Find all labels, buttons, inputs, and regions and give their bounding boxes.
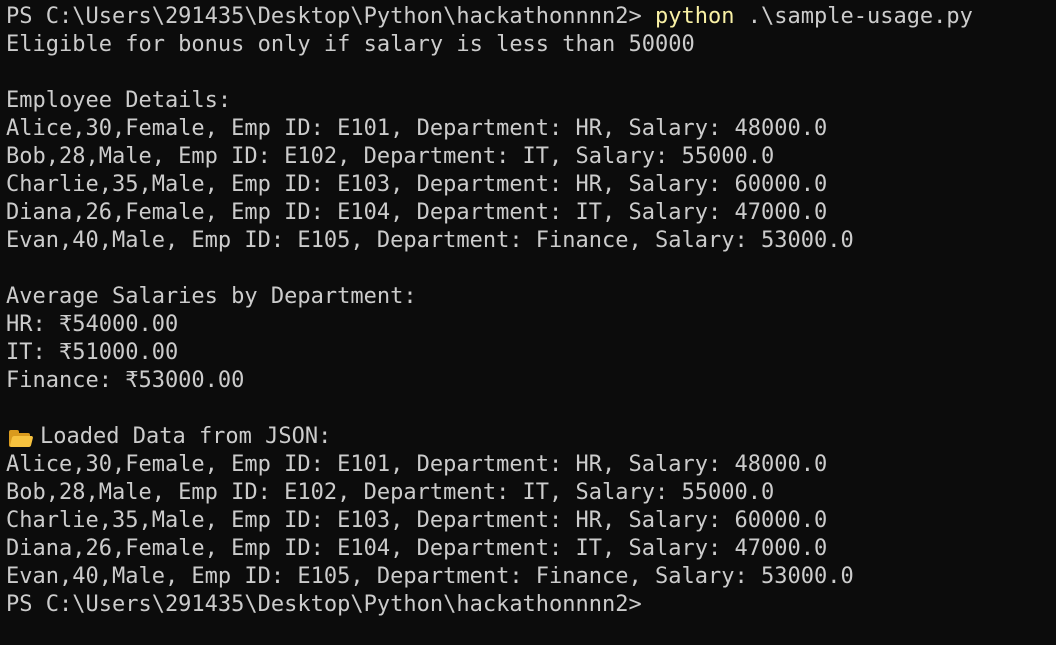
employee-line: Evan,40,Male, Emp ID: E105, Department: … <box>6 228 854 253</box>
command-executable: python <box>655 4 735 29</box>
json-employee-line: Charlie,35,Male, Emp ID: E103, Departmen… <box>6 508 828 533</box>
final-prompt: PS C:\Users\291435\Desktop\Python\hackat… <box>6 592 642 617</box>
average-line: Finance: ₹53000.00 <box>6 368 245 393</box>
prompt: PS C:\Users\291435\Desktop\Python\hackat… <box>6 4 642 29</box>
employee-line: Bob,28,Male, Emp ID: E102, Department: I… <box>6 144 775 169</box>
average-salaries-header: Average Salaries by Department: <box>6 284 417 309</box>
json-employee-line: Diana,26,Female, Emp ID: E104, Departmen… <box>6 536 828 561</box>
final-prompt-line[interactable]: PS C:\Users\291435\Desktop\Python\hackat… <box>6 591 1056 619</box>
average-line: HR: ₹54000.00 <box>6 312 179 337</box>
folder-icon <box>6 423 34 451</box>
employee-line: Alice,30,Female, Emp ID: E101, Departmen… <box>6 116 828 141</box>
json-header-line: Loaded Data from JSON: <box>6 423 1056 451</box>
command-line: PS C:\Users\291435\Desktop\Python\hackat… <box>6 3 1056 31</box>
average-line: IT: ₹51000.00 <box>6 340 179 365</box>
json-employee-line: Evan,40,Male, Emp ID: E105, Department: … <box>6 564 854 589</box>
employee-line: Charlie,35,Male, Emp ID: E103, Departmen… <box>6 172 828 197</box>
bonus-note: Eligible for bonus only if salary is les… <box>6 32 695 57</box>
employee-details-header: Employee Details: <box>6 88 232 113</box>
employee-line: Diana,26,Female, Emp ID: E104, Departmen… <box>6 200 828 225</box>
json-employee-line: Bob,28,Male, Emp ID: E102, Department: I… <box>6 480 775 505</box>
json-employee-line: Alice,30,Female, Emp ID: E101, Departmen… <box>6 452 828 477</box>
command-args: .\sample-usage.py <box>747 4 973 29</box>
json-header: Loaded Data from JSON: <box>40 424 332 449</box>
terminal-window[interactable]: PS C:\Users\291435\Desktop\Python\hackat… <box>0 0 1056 645</box>
